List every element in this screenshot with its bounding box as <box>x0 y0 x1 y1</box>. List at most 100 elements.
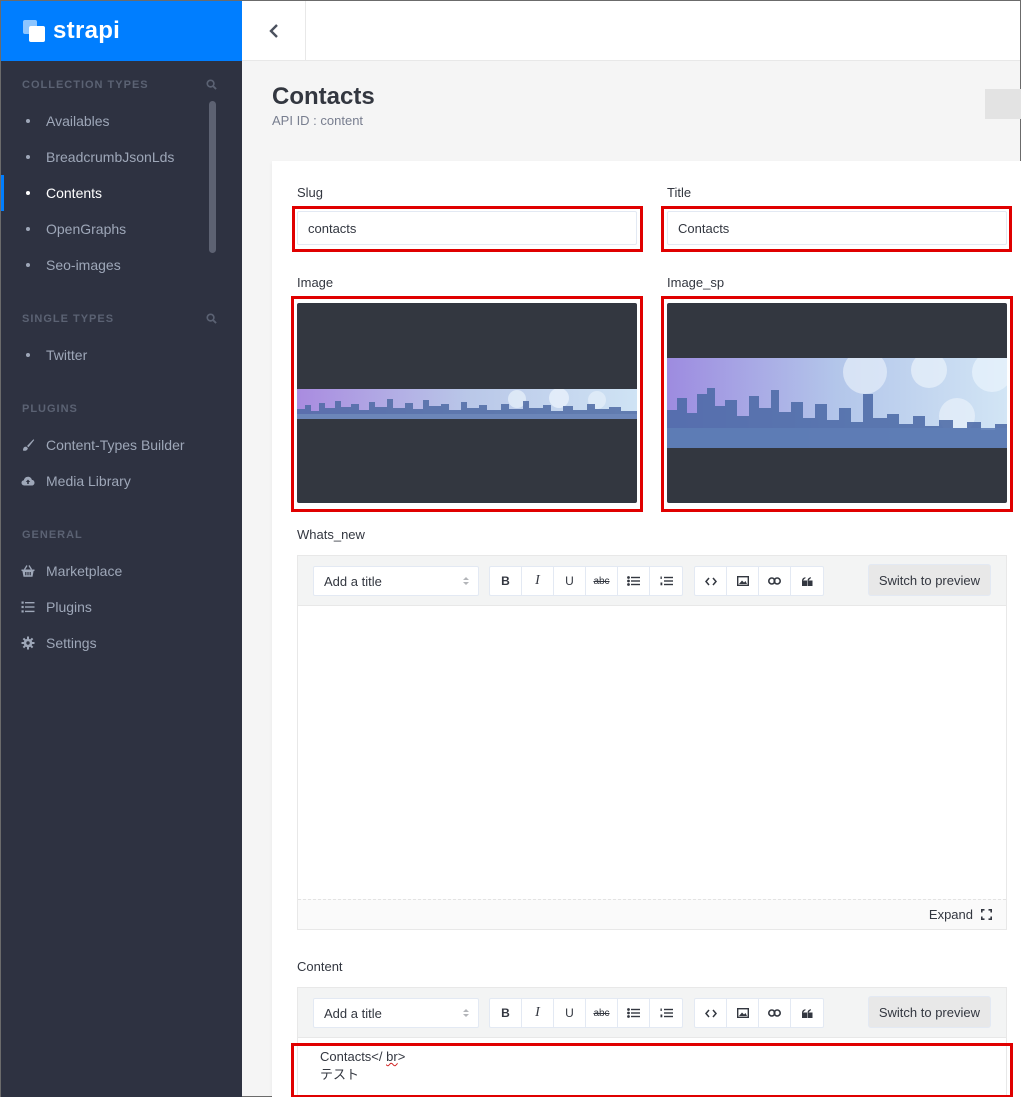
editor-footer: Expand <box>298 899 1006 929</box>
title-label: Title <box>667 185 692 200</box>
sidebar-item-label: Marketplace <box>46 563 123 579</box>
highlight-frame <box>661 206 1012 252</box>
search-icon[interactable] <box>206 313 217 324</box>
numbered-list-button[interactable] <box>650 999 682 1027</box>
bullet-list-button[interactable] <box>618 999 650 1027</box>
switch-to-preview-button[interactable]: Switch to preview <box>867 564 991 596</box>
italic-button[interactable]: I <box>522 999 554 1027</box>
whats-new-editor: Add a title B I U abc Switch to preview <box>297 555 1007 930</box>
bold-button[interactable]: B <box>490 567 522 595</box>
whats-new-label: Whats_new <box>297 527 365 542</box>
sidebar-item-breadcrumbjsonlds[interactable]: BreadcrumbJsonLds <box>1 139 242 175</box>
image-sp-label: Image_sp <box>667 275 725 290</box>
italic-button[interactable]: I <box>522 567 554 595</box>
section-label: COLLECTION TYPES <box>22 79 149 91</box>
section-title-general: GENERAL <box>1 527 242 543</box>
heading-select-value: Add a title <box>324 1005 382 1021</box>
chevron-left-icon <box>268 24 278 38</box>
sidebar-item-content-types-builder[interactable]: Content-Types Builder <box>1 427 242 463</box>
strapi-logo-icon <box>23 20 45 42</box>
single-types-list: Twitter <box>1 337 242 373</box>
editor-toolbar: Add a title B I U abc Switch to preview <box>298 556 1006 606</box>
link-button[interactable] <box>759 999 791 1027</box>
strikethrough-button[interactable]: abc <box>586 567 618 595</box>
quote-button[interactable] <box>791 999 823 1027</box>
back-button[interactable] <box>242 1 306 61</box>
quote-button[interactable] <box>791 567 823 595</box>
sidebar-item-label: Seo-images <box>46 257 121 273</box>
quote-icon <box>801 576 812 586</box>
slug-label: Slug <box>297 185 324 200</box>
editor-toolbar: Add a title B I U abc Switch to preview <box>298 988 1006 1038</box>
general-list: Marketplace Plugins Settings <box>1 553 242 661</box>
sidebar-item-seo-images[interactable]: Seo-images <box>1 247 242 283</box>
insert-button-group <box>694 998 824 1028</box>
quote-icon <box>801 1008 812 1018</box>
sidebar-item-opengraphs[interactable]: OpenGraphs <box>1 211 242 247</box>
sidebar-item-label: OpenGraphs <box>46 221 127 237</box>
sidebar-item-availables[interactable]: Availables <box>1 103 242 139</box>
image-button[interactable] <box>727 567 759 595</box>
sidebar-scrollbar[interactable] <box>209 101 216 253</box>
sidebar-item-media-library[interactable]: Media Library <box>1 463 242 499</box>
basket-icon <box>21 565 35 577</box>
link-icon <box>768 1009 781 1017</box>
page-subtitle: API ID : content <box>272 113 364 128</box>
image-button[interactable] <box>727 999 759 1027</box>
highlight-frame <box>291 296 643 512</box>
collection-types-list: Availables BreadcrumbJsonLds Contents Op… <box>1 103 242 283</box>
strikethrough-icon: abc <box>593 1007 610 1019</box>
heading-select[interactable]: Add a title <box>313 998 479 1028</box>
sidebar-item-label: Twitter <box>46 347 88 363</box>
section-title-collection-types: COLLECTION TYPES <box>1 77 242 93</box>
sidebar-item-label: Settings <box>46 635 97 651</box>
sidebar-item-plugins[interactable]: Plugins <box>1 589 242 625</box>
underline-button[interactable]: U <box>554 999 586 1027</box>
strikethrough-button[interactable]: abc <box>586 999 618 1027</box>
code-icon <box>704 1009 717 1017</box>
list-icon <box>21 601 35 613</box>
underline-icon: U <box>565 574 574 588</box>
underline-button[interactable]: U <box>554 567 586 595</box>
bullet-list-button[interactable] <box>618 567 650 595</box>
sidebar-item-label: Availables <box>46 113 110 129</box>
bullet-icon <box>26 191 30 195</box>
paintbrush-icon <box>23 439 35 451</box>
bold-icon: B <box>501 574 510 588</box>
whats-new-textarea[interactable] <box>298 606 1006 899</box>
top-bar <box>242 1 1020 61</box>
content-label: Content <box>297 959 343 974</box>
expand-button[interactable]: Expand <box>929 907 992 922</box>
cloud-upload-icon <box>21 476 35 486</box>
sidebar-item-contents[interactable]: Contents <box>1 175 242 211</box>
bold-button[interactable]: B <box>490 999 522 1027</box>
plugins-list: Content-Types Builder Media Library <box>1 427 242 499</box>
sidebar-item-twitter[interactable]: Twitter <box>1 337 242 373</box>
sidebar-item-label: Content-Types Builder <box>46 437 185 453</box>
sidebar-item-settings[interactable]: Settings <box>1 625 242 661</box>
heading-select[interactable]: Add a title <box>313 566 479 596</box>
link-button[interactable] <box>759 567 791 595</box>
edit-form-card: Slug contacts Title Contacts Image Image… <box>272 161 1021 1097</box>
header-action-button[interactable] <box>985 89 1021 119</box>
code-button[interactable] <box>695 567 727 595</box>
bullet-icon <box>26 263 30 267</box>
numbered-list-button[interactable] <box>650 567 682 595</box>
search-icon[interactable] <box>206 79 217 90</box>
italic-icon: I <box>535 573 540 588</box>
sidebar-item-label: Plugins <box>46 599 92 615</box>
bullet-icon <box>26 353 30 357</box>
section-label: SINGLE TYPES <box>22 313 115 325</box>
bullet-icon <box>26 155 30 159</box>
highlight-frame <box>292 206 643 252</box>
underline-icon: U <box>565 1006 574 1020</box>
brand-header[interactable]: strapi <box>1 1 242 61</box>
format-button-group: B I U abc <box>489 566 683 596</box>
image-icon <box>736 1008 749 1018</box>
switch-to-preview-button[interactable]: Switch to preview <box>867 996 991 1028</box>
numbered-list-icon <box>660 576 673 586</box>
code-button[interactable] <box>695 999 727 1027</box>
sidebar-nav: COLLECTION TYPES Availables BreadcrumbJs… <box>1 61 242 661</box>
sidebar-item-marketplace[interactable]: Marketplace <box>1 553 242 589</box>
select-arrows-icon <box>463 1009 469 1017</box>
